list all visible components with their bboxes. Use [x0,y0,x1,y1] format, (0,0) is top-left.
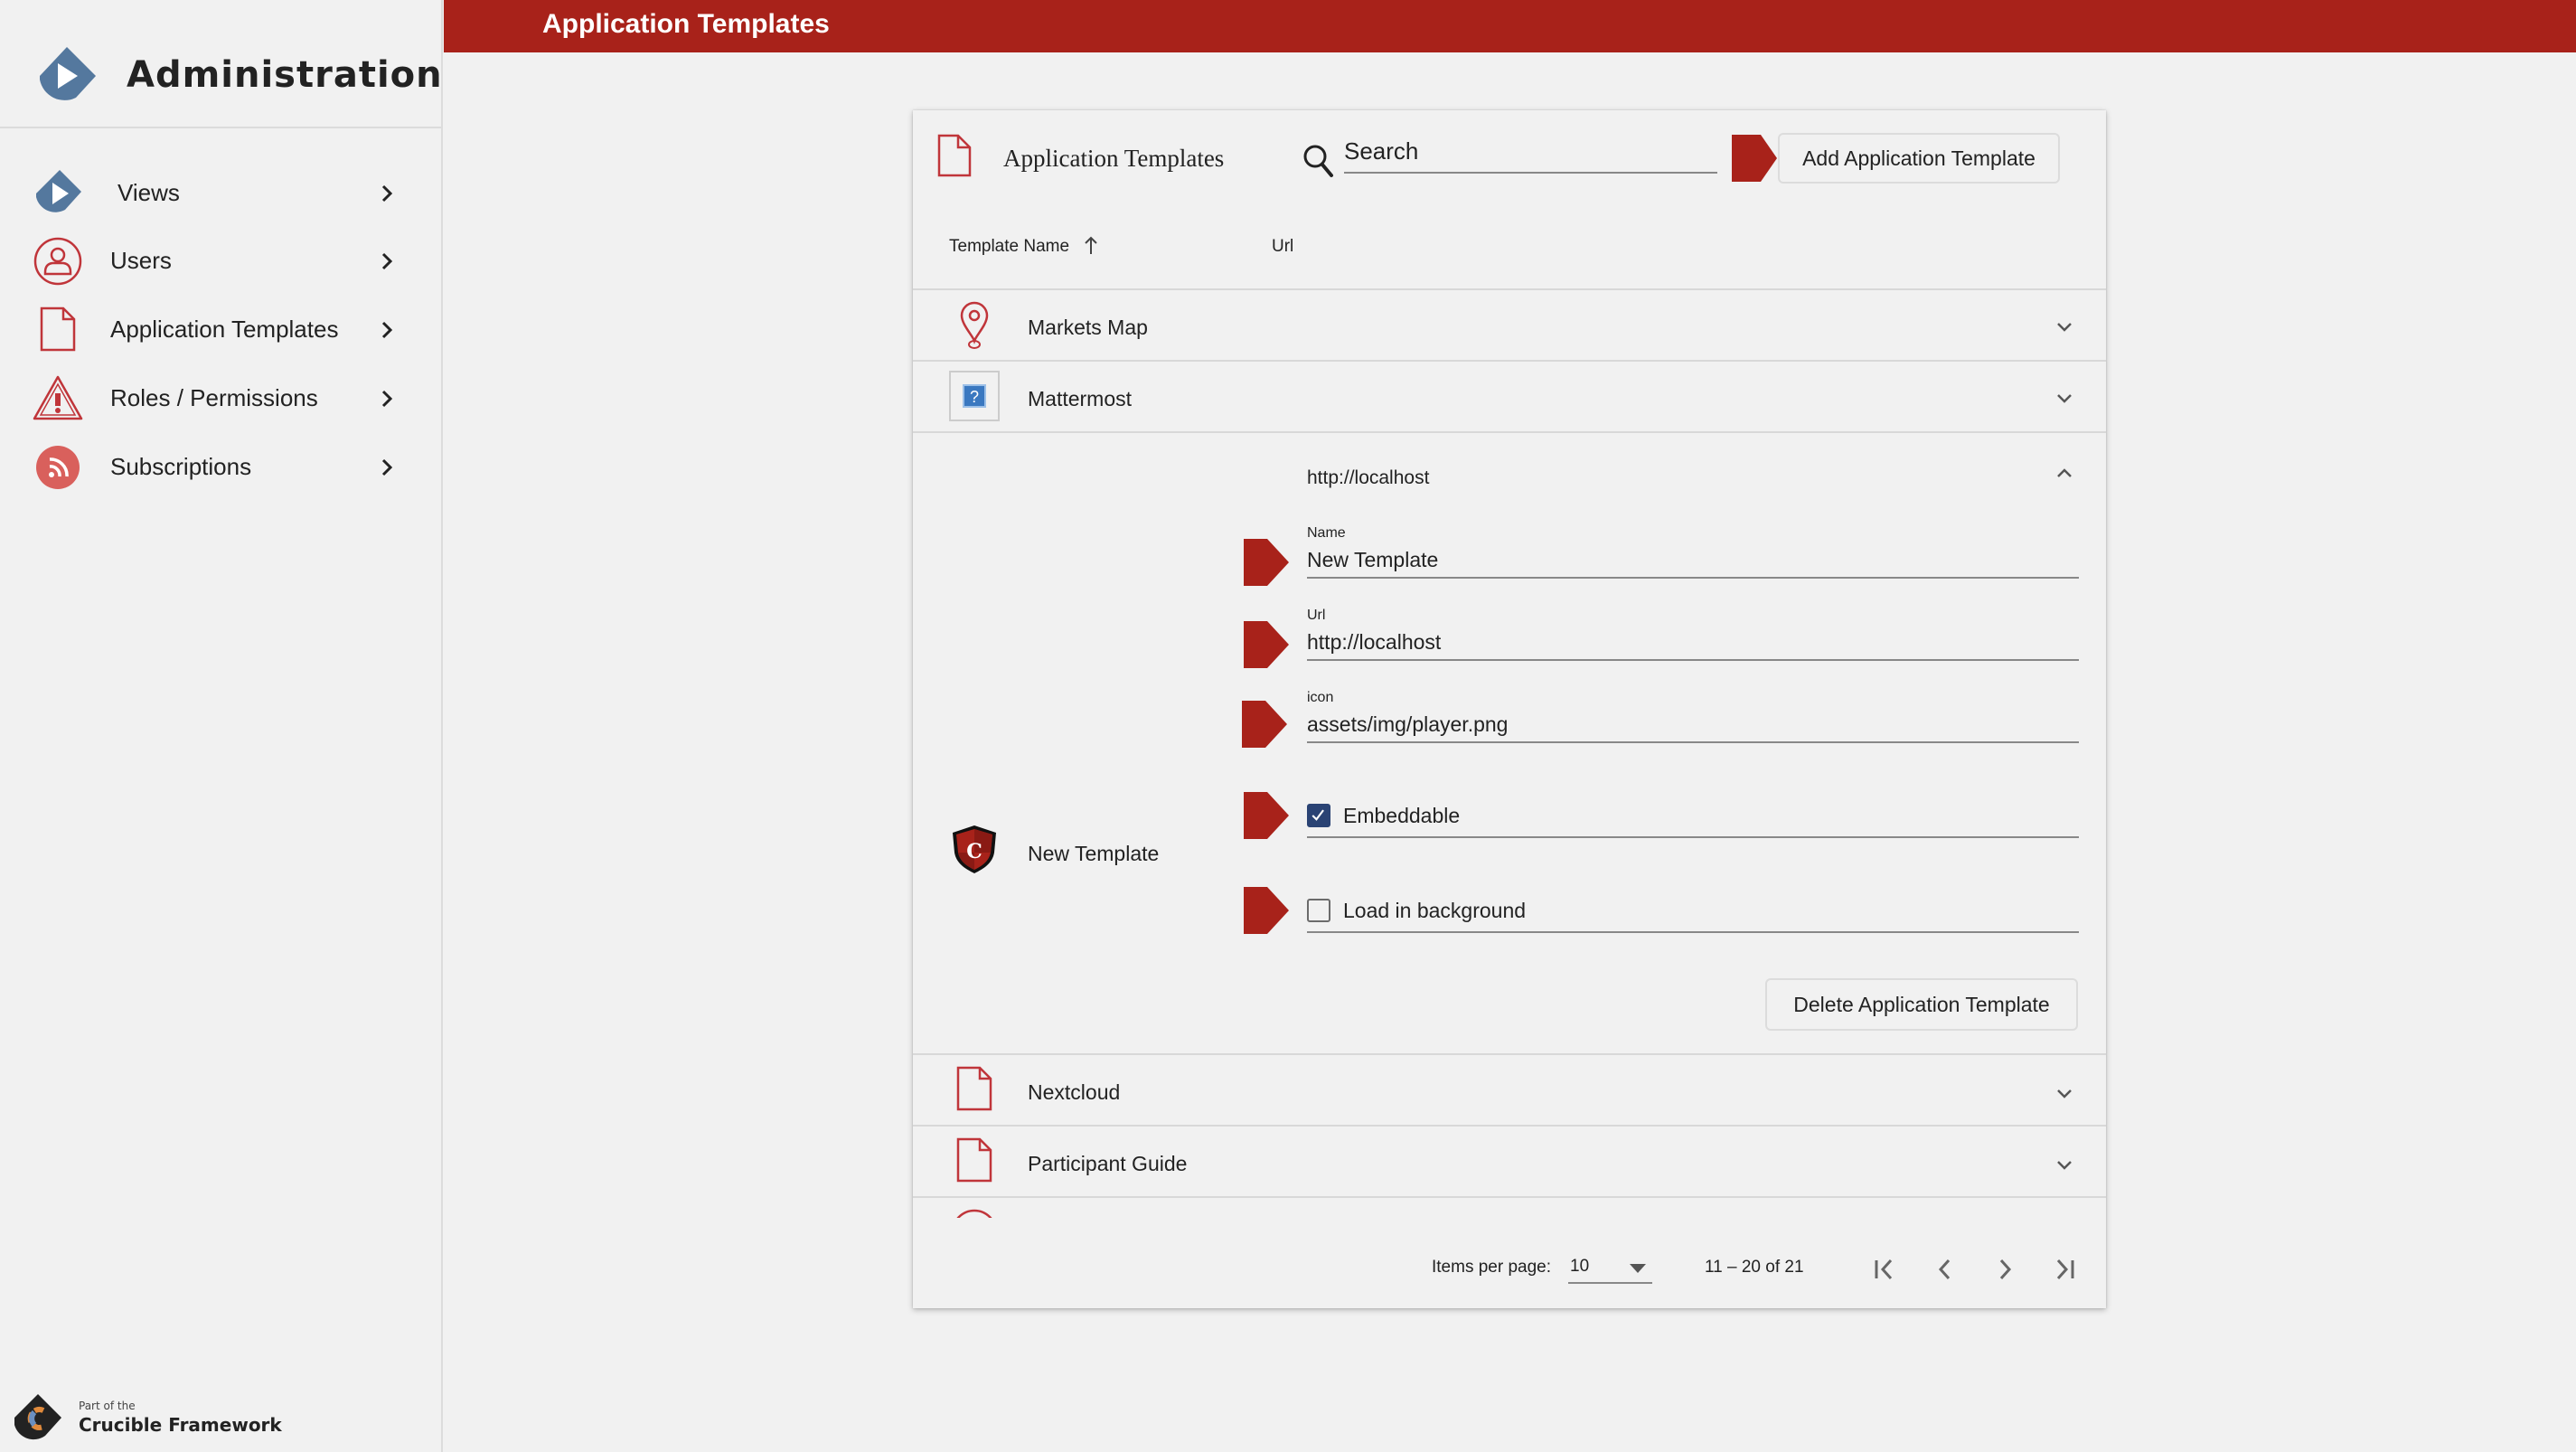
card-title: Application Templates [1003,145,1225,172]
map-pin-icon [960,301,989,349]
row-template-name: Mattermost [1028,387,1133,410]
sidebar: Administration Views Users Application T… [0,0,443,1452]
administration-logo-icon [40,47,96,100]
document-icon [956,1066,992,1111]
chevron-right-icon [381,458,393,476]
column-header-url: Url [1272,237,1294,256]
views-play-icon [36,170,81,212]
crucible-logo-icon [14,1394,61,1440]
table-row-mattermost[interactable]: ? Mattermost [913,362,2106,432]
pointer-marker-icon [1244,887,1289,934]
embeddable-label: Embeddable [1343,804,1461,827]
pointer-marker-icon [1732,135,1777,182]
table-row-clipped[interactable] [913,1198,2106,1218]
row-template-name: Nextcloud [1028,1080,1121,1104]
sidebar-item-label: Users [110,247,172,274]
pointer-marker-icon [1244,539,1289,586]
next-page-icon[interactable] [1987,1251,2023,1287]
load-in-background-label: Load in background [1343,899,1527,922]
search-icon [1303,145,1333,177]
pointer-marker-icon [1244,792,1289,839]
application-templates-card: Application Templates Add Application Te… [913,110,2106,1308]
checkmark-icon [1312,809,1324,821]
items-per-page-value: 10 [1570,1257,1590,1276]
name-field-label: Name [1307,525,1346,541]
svg-text:C: C [966,840,982,863]
sidebar-item-subscriptions[interactable]: Subscriptions [0,435,441,498]
sidebar-item-label: Subscriptions [110,453,252,480]
items-per-page-label: Items per page: [1432,1258,1552,1277]
footer-big-text: Crucible Framework [79,1414,282,1436]
embeddable-checkbox-row[interactable]: Embeddable [1307,793,2079,838]
sort-ascending-arrow-icon[interactable] [1083,234,1099,256]
top-header-bar: Application Templates [444,0,2576,52]
pointer-marker-icon [1244,621,1289,668]
icon-field[interactable] [1307,707,2079,743]
url-field-label: Url [1307,608,1326,623]
chevron-right-icon [381,390,393,408]
items-per-page-select[interactable]: 10 [1568,1251,1652,1284]
table-row-nextcloud[interactable]: Nextcloud [913,1055,2106,1126]
embeddable-checkbox[interactable] [1307,804,1330,827]
warning-triangle-icon [33,375,83,420]
broken-image-icon: ? [949,371,1000,421]
chevron-up-icon[interactable] [2054,463,2075,485]
first-page-icon[interactable] [1866,1251,1903,1287]
chevron-right-icon [381,184,393,203]
crucible-framework-footer: Part of the Crucible Framework [11,1391,282,1445]
sidebar-item-users[interactable]: Users [0,229,441,292]
search-input[interactable] [1344,134,1717,174]
previous-page-icon[interactable] [1927,1251,1963,1287]
chevron-down-icon[interactable] [2054,1154,2075,1175]
chevron-down-icon[interactable] [2054,316,2075,337]
table-row-markets-map[interactable]: Markets Map [913,290,2106,361]
sidebar-item-views[interactable]: Views [0,161,441,224]
document-icon [40,306,76,352]
sidebar-item-label: Views [118,179,180,206]
table-row-participant-guide[interactable]: Participant Guide [913,1127,2106,1197]
pointer-marker-icon [1242,701,1287,748]
user-icon [33,237,82,286]
sidebar-item-roles-permissions[interactable]: Roles / Permissions [0,366,441,429]
crucible-shield-icon: C [953,825,996,873]
load-in-background-checkbox[interactable] [1307,899,1330,922]
load-in-background-checkbox-row[interactable]: Load in background [1307,888,2079,933]
svg-text:?: ? [970,388,979,406]
sidebar-item-label: Application Templates [110,316,339,343]
document-icon [956,1137,992,1183]
page-title: Application Templates [542,9,830,39]
chevron-down-icon[interactable] [2054,387,2075,409]
rss-icon [36,446,80,489]
chevron-right-icon [381,252,393,270]
row-template-name: Markets Map [1028,316,1148,339]
add-application-template-button[interactable]: Add Application Template [1778,133,2060,184]
row-template-name: New Template [1028,842,1160,865]
document-icon [937,134,972,177]
row-template-name: Participant Guide [1028,1152,1188,1175]
brand: Administration [0,0,443,128]
url-field[interactable] [1307,625,2079,661]
target-icon [956,1209,992,1218]
brand-title: Administration [127,54,443,96]
chevron-right-icon [381,321,393,339]
column-header-template-name[interactable]: Template Name [949,237,1069,257]
icon-field-label: icon [1307,690,1334,705]
pagination-range: 11 – 20 of 21 [1705,1258,1804,1277]
table-row-new-template-expanded: C New Template [913,433,2106,1053]
name-field[interactable] [1307,542,2079,579]
chevron-down-icon[interactable] [2054,1082,2075,1104]
footer-small-text: Part of the [79,1400,136,1412]
sidebar-item-label: Roles / Permissions [110,384,318,411]
last-page-icon[interactable] [2046,1251,2082,1287]
delete-application-template-button[interactable]: Delete Application Template [1765,978,2078,1031]
sidebar-item-application-templates[interactable]: Application Templates [0,297,441,361]
expanded-row-url: http://localhost [1307,467,1430,488]
dropdown-arrow-icon [1630,1264,1646,1273]
